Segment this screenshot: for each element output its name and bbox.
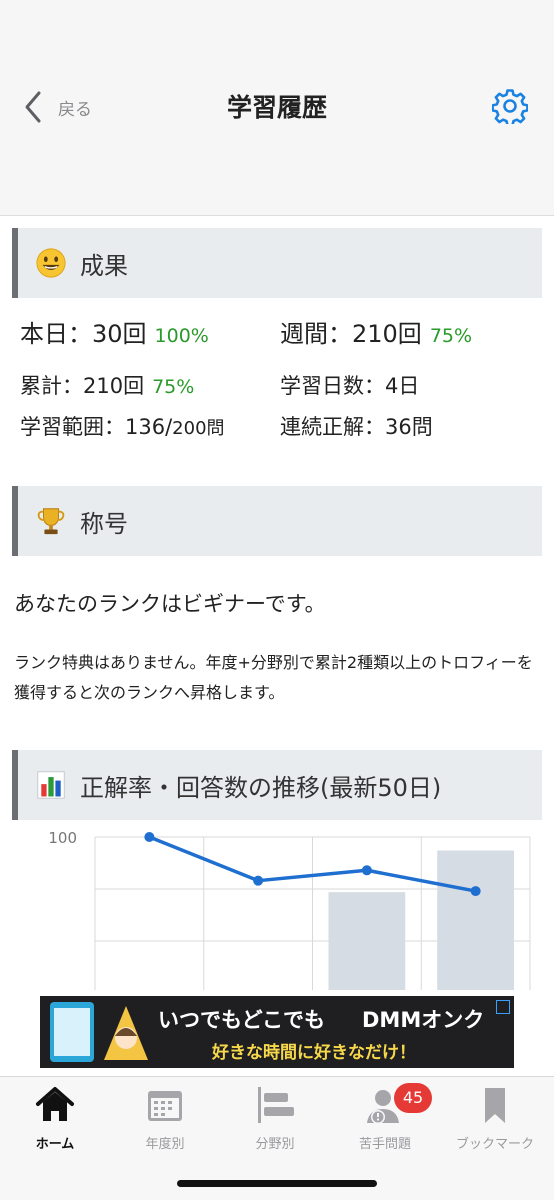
study-range-total: 200問 <box>172 418 225 439</box>
rank-text: あなたのランクはビギナーです。 <box>14 592 326 616</box>
title-section-header: 称号 <box>12 486 542 556</box>
streak-stat: 連続正解：36問 <box>280 415 433 439</box>
bookmark-icon <box>485 1088 505 1123</box>
total-stat: 累計：210回 75% <box>20 370 194 400</box>
ad-headline: いつでもどこでも <box>158 1008 325 1032</box>
today-percent: 100% <box>154 325 209 347</box>
tab-bookmark[interactable]: ブックマーク <box>440 1085 550 1155</box>
chart-section-title: 正解率・回答数の推移(最新50日) <box>80 773 442 802</box>
tab-by-year-label: 年度別 <box>145 1137 185 1152</box>
ad-logo-text: DMMオンク <box>362 1008 485 1032</box>
nav-header: 戻る 学習履歴 <box>0 0 554 216</box>
weak-questions-badge: 45 <box>394 1083 432 1113</box>
title-section-title: 称号 <box>80 509 128 538</box>
chart-point <box>253 875 264 886</box>
total-percent: 75% <box>152 376 195 398</box>
chart-point <box>361 865 372 876</box>
smiley-icon <box>34 246 68 280</box>
tab-home-label: ホーム <box>35 1137 75 1152</box>
tab-by-field-label: 分野別 <box>255 1137 295 1152</box>
tab-bookmark-label: ブックマーク <box>455 1137 534 1152</box>
y-tick-label: 100 <box>48 829 77 847</box>
study-range-stat: 学習範囲：136/200問 <box>20 411 225 441</box>
ad-illustration-icon <box>50 1002 148 1062</box>
rank-note: ランク特典はありません。年度+分野別で累計2種類以上のトロフィーを獲得すると次の… <box>14 653 533 702</box>
tab-home[interactable]: ホーム <box>0 1085 110 1155</box>
trend-chart: 100 <box>0 820 554 990</box>
calendar-icon <box>148 1091 182 1121</box>
today-stat: 本日：30回 100% <box>20 314 209 349</box>
tab-weak-questions-label: 苦手問題 <box>358 1137 411 1152</box>
home-indicator <box>177 1180 377 1187</box>
chart-bar <box>328 892 406 990</box>
chart-point <box>470 886 481 897</box>
chart-point <box>144 832 155 842</box>
week-stat: 週間：210回 75% <box>280 314 472 349</box>
trophy-icon <box>34 504 68 538</box>
home-icon <box>36 1087 74 1121</box>
tab-by-field[interactable]: 分野別 <box>220 1085 330 1155</box>
gear-icon[interactable] <box>492 88 528 124</box>
category-bars-icon <box>258 1087 294 1123</box>
study-range-count: 学習範囲：136/ <box>20 415 173 439</box>
chart-section-header: 正解率・回答数の推移(最新50日) <box>12 750 542 820</box>
study-days-stat: 学習日数：4日 <box>280 374 420 398</box>
page-title: 学習履歴 <box>226 93 327 122</box>
today-count: 本日：30回 <box>20 320 147 348</box>
ad-subline: 好きな時間に好きなだけ！ <box>212 1043 416 1063</box>
results-section-header: 成果 <box>12 228 542 298</box>
ad-choices-icon[interactable] <box>496 1000 510 1014</box>
week-percent: 75% <box>429 325 473 347</box>
trend-chart-svg: 100 <box>48 829 531 990</box>
results-title: 成果 <box>80 251 128 280</box>
week-count: 週間：210回 <box>280 320 422 348</box>
bar-chart-icon <box>34 768 68 802</box>
total-count: 累計：210回 <box>20 374 145 398</box>
ad-banner[interactable]: いつでもどこでも DMMオンク 好きな時間に好きなだけ！ <box>40 996 514 1068</box>
chart-bar <box>437 850 514 990</box>
tab-by-year[interactable]: 年度別 <box>110 1085 220 1155</box>
tab-weak-questions[interactable]: 45 苦手問題 <box>330 1083 440 1155</box>
